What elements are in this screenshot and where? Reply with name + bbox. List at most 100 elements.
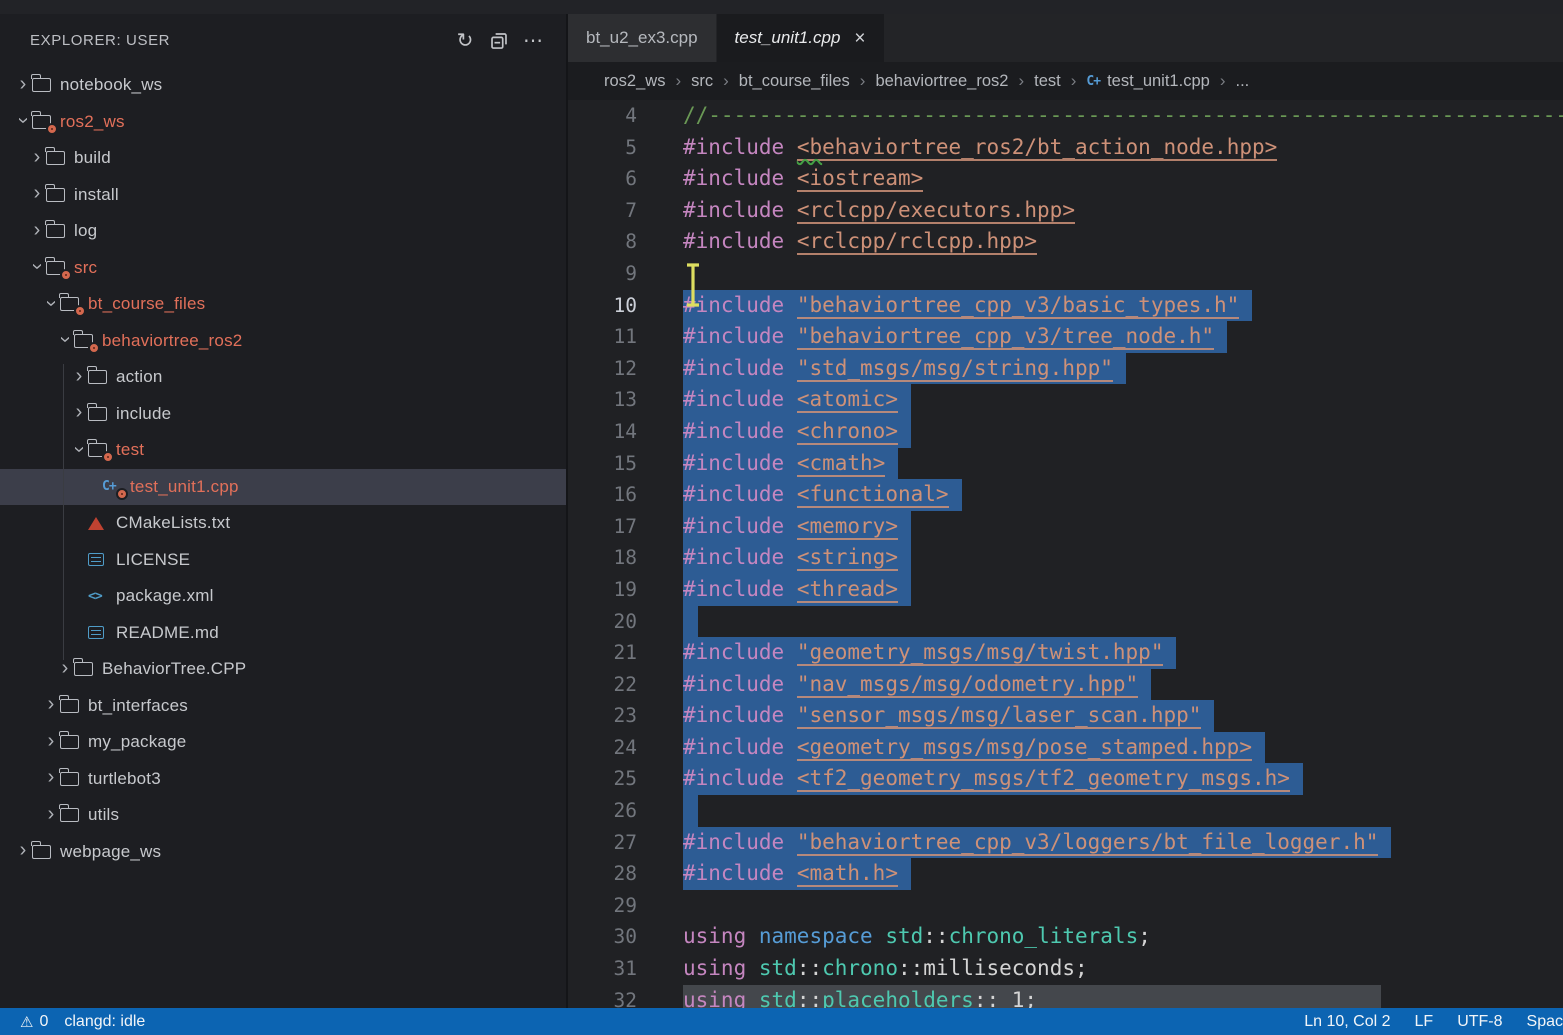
- code-line-13[interactable]: 13#include <atomic>: [568, 384, 1563, 416]
- breadcrumb-item-ros2_ws[interactable]: ros2_ws: [604, 72, 665, 91]
- code-line-31[interactable]: 31using std::chrono::milliseconds;: [568, 953, 1563, 985]
- code-line-18[interactable]: 18#include <string>: [568, 542, 1563, 574]
- tree-item-ros2_ws[interactable]: ›ros2_ws: [0, 104, 566, 141]
- code-line-text[interactable]: #include <thread>: [683, 574, 911, 606]
- code-line-15[interactable]: 15#include <cmath>: [568, 448, 1563, 480]
- code-line-text[interactable]: #include <functional>: [683, 479, 962, 511]
- code-line-24[interactable]: 24#include <geometry_msgs/msg/pose_stamp…: [568, 732, 1563, 764]
- code-line-20[interactable]: 20: [568, 606, 1563, 638]
- tree-item-bt_interfaces[interactable]: ›bt_interfaces: [0, 688, 566, 725]
- code-line-text[interactable]: #include "std_msgs/msg/string.hpp": [683, 353, 1126, 385]
- tree-item-behaviortree_ros2[interactable]: ›behaviortree_ros2: [0, 323, 566, 360]
- code-line-text[interactable]: #include <iostream>: [683, 163, 923, 195]
- tree-item-package.xml[interactable]: <>package.xml: [0, 578, 566, 615]
- code-line-17[interactable]: 17#include <memory>: [568, 511, 1563, 543]
- close-icon[interactable]: ×: [854, 29, 865, 48]
- code-line-text[interactable]: #include "behaviortree_cpp_v3/loggers/bt…: [683, 827, 1391, 859]
- code-line-text[interactable]: #include "sensor_msgs/msg/laser_scan.hpp…: [683, 700, 1214, 732]
- code-line-25[interactable]: 25#include <tf2_geometry_msgs/tf2_geomet…: [568, 763, 1563, 795]
- tree-item-log[interactable]: ›log: [0, 213, 566, 250]
- code-line-26[interactable]: 26: [568, 795, 1563, 827]
- tree-item-test[interactable]: ›test: [0, 432, 566, 469]
- breadcrumb-item-...[interactable]: ...: [1235, 72, 1249, 91]
- code-line-text[interactable]: #include <behaviortree_ros2/bt_action_no…: [683, 132, 1277, 164]
- code-line-text[interactable]: #include <tf2_geometry_msgs/tf2_geometry…: [683, 763, 1303, 795]
- indentation-indicator[interactable]: Spac: [1527, 1013, 1563, 1031]
- tree-item-CMakeLists.txt[interactable]: CMakeLists.txt: [0, 505, 566, 542]
- code-line-text[interactable]: #include <memory>: [683, 511, 911, 543]
- code-line-text[interactable]: #include <math.h>: [683, 858, 911, 890]
- code-line-28[interactable]: 28#include <math.h>: [568, 858, 1563, 890]
- code-line-text[interactable]: #include <rclcpp/rclcpp.hpp>: [683, 226, 1037, 258]
- tree-item-action[interactable]: ›action: [0, 359, 566, 396]
- refresh-button[interactable]: ↻: [448, 26, 482, 56]
- tree-item-notebook_ws[interactable]: ›notebook_ws: [0, 67, 566, 104]
- tree-item-turtlebot3[interactable]: ›turtlebot3: [0, 761, 566, 798]
- code-line-text[interactable]: #include <string>: [683, 542, 911, 574]
- code-line-10[interactable]: 10#include "behaviortree_cpp_v3/basic_ty…: [568, 290, 1563, 322]
- tree-item-src[interactable]: ›src: [0, 250, 566, 287]
- code-line-text[interactable]: using namespace std::chrono_literals;: [683, 921, 1151, 953]
- breadcrumb-item-test[interactable]: test: [1034, 72, 1061, 91]
- code-line-22[interactable]: 22#include "nav_msgs/msg/odometry.hpp": [568, 669, 1563, 701]
- eol-indicator[interactable]: LF: [1415, 1013, 1434, 1031]
- code-line-14[interactable]: 14#include <chrono>: [568, 416, 1563, 448]
- tab-test_unit1.cpp[interactable]: test_unit1.cpp×: [717, 14, 884, 62]
- code-line-32[interactable]: 32using std::placeholders::_1;: [568, 985, 1563, 1008]
- tree-item-include[interactable]: ›include: [0, 396, 566, 433]
- tree-item-LICENSE[interactable]: LICENSE: [0, 542, 566, 579]
- save-all-button[interactable]: [482, 26, 516, 56]
- code-line-text[interactable]: #include <geometry_msgs/msg/pose_stamped…: [683, 732, 1265, 764]
- tree-item-build[interactable]: ›build: [0, 140, 566, 177]
- tree-item-bt_course_files[interactable]: ›bt_course_files: [0, 286, 566, 323]
- code-line-16[interactable]: 16#include <functional>: [568, 479, 1563, 511]
- tree-item-README.md[interactable]: README.md: [0, 615, 566, 652]
- code-line-29[interactable]: 29: [568, 890, 1563, 922]
- code-line-text[interactable]: #include <cmath>: [683, 448, 898, 480]
- code-line-4[interactable]: 4//-------------------------------------…: [568, 100, 1563, 132]
- more-actions-button[interactable]: ⋯: [516, 26, 550, 56]
- breadcrumb-item-behaviortree_ros2[interactable]: behaviortree_ros2: [875, 72, 1008, 91]
- code-line-21[interactable]: 21#include "geometry_msgs/msg/twist.hpp": [568, 637, 1563, 669]
- code-line-text[interactable]: #include "nav_msgs/msg/odometry.hpp": [683, 669, 1151, 701]
- code-line-30[interactable]: 30using namespace std::chrono_literals;: [568, 921, 1563, 953]
- code-line-27[interactable]: 27#include "behaviortree_cpp_v3/loggers/…: [568, 827, 1563, 859]
- code-line-text[interactable]: #include "behaviortree_cpp_v3/tree_node.…: [683, 321, 1227, 353]
- code-editor[interactable]: 4//-------------------------------------…: [568, 100, 1563, 1008]
- breadcrumb-item-src[interactable]: src: [691, 72, 713, 91]
- code-line-text[interactable]: [683, 606, 698, 638]
- code-line-8[interactable]: 8#include <rclcpp/rclcpp.hpp>: [568, 226, 1563, 258]
- tree-item-BehaviorTree.CPP[interactable]: ›BehaviorTree.CPP: [0, 651, 566, 688]
- code-line-text[interactable]: #include "geometry_msgs/msg/twist.hpp": [683, 637, 1176, 669]
- code-line-text[interactable]: #include <atomic>: [683, 384, 911, 416]
- code-line-5[interactable]: 5#include <behaviortree_ros2/bt_action_n…: [568, 132, 1563, 164]
- code-line-19[interactable]: 19#include <thread>: [568, 574, 1563, 606]
- code-line-6[interactable]: 6#include <iostream>: [568, 163, 1563, 195]
- tree-item-install[interactable]: ›install: [0, 177, 566, 214]
- code-line-text[interactable]: #include "behaviortree_cpp_v3/basic_type…: [683, 290, 1252, 322]
- tree-item-webpage_ws[interactable]: ›webpage_ws: [0, 834, 566, 871]
- cursor-position[interactable]: Ln 10, Col 2: [1304, 1013, 1390, 1031]
- breadcrumb-item-test_unit1.cpp[interactable]: C+test_unit1.cpp: [1086, 72, 1209, 91]
- breadcrumb-item-bt_course_files[interactable]: bt_course_files: [739, 72, 850, 91]
- code-token: [746, 988, 759, 1008]
- code-line-text[interactable]: #include <chrono>: [683, 416, 911, 448]
- code-line-text[interactable]: [683, 795, 698, 827]
- code-line-11[interactable]: 11#include "behaviortree_cpp_v3/tree_nod…: [568, 321, 1563, 353]
- language-server-status[interactable]: clangd: idle: [64, 1013, 145, 1031]
- code-line-23[interactable]: 23#include "sensor_msgs/msg/laser_scan.h…: [568, 700, 1563, 732]
- code-line-12[interactable]: 12#include "std_msgs/msg/string.hpp": [568, 353, 1563, 385]
- code-line-text[interactable]: #include <rclcpp/executors.hpp>: [683, 195, 1075, 227]
- tree-item-utils[interactable]: ›utils: [0, 797, 566, 834]
- code-line-text[interactable]: using std::chrono::milliseconds;: [683, 953, 1088, 985]
- chevron-right-icon: ›: [14, 73, 32, 96]
- tree-item-my_package[interactable]: ›my_package: [0, 724, 566, 761]
- tree-item-test_unit1.cpp[interactable]: C+test_unit1.cpp: [0, 469, 566, 506]
- code-line-7[interactable]: 7#include <rclcpp/executors.hpp>: [568, 195, 1563, 227]
- encoding-indicator[interactable]: UTF-8: [1457, 1013, 1502, 1031]
- code-line-text[interactable]: using std::placeholders::_1;: [683, 985, 1381, 1008]
- tab-bt_u2_ex3.cpp[interactable]: bt_u2_ex3.cpp: [568, 14, 716, 62]
- problems-indicator[interactable]: ⚠ 0: [20, 1013, 48, 1031]
- code-line-text[interactable]: //--------------------------------------…: [683, 100, 1563, 132]
- code-line-9[interactable]: 9: [568, 258, 1563, 290]
